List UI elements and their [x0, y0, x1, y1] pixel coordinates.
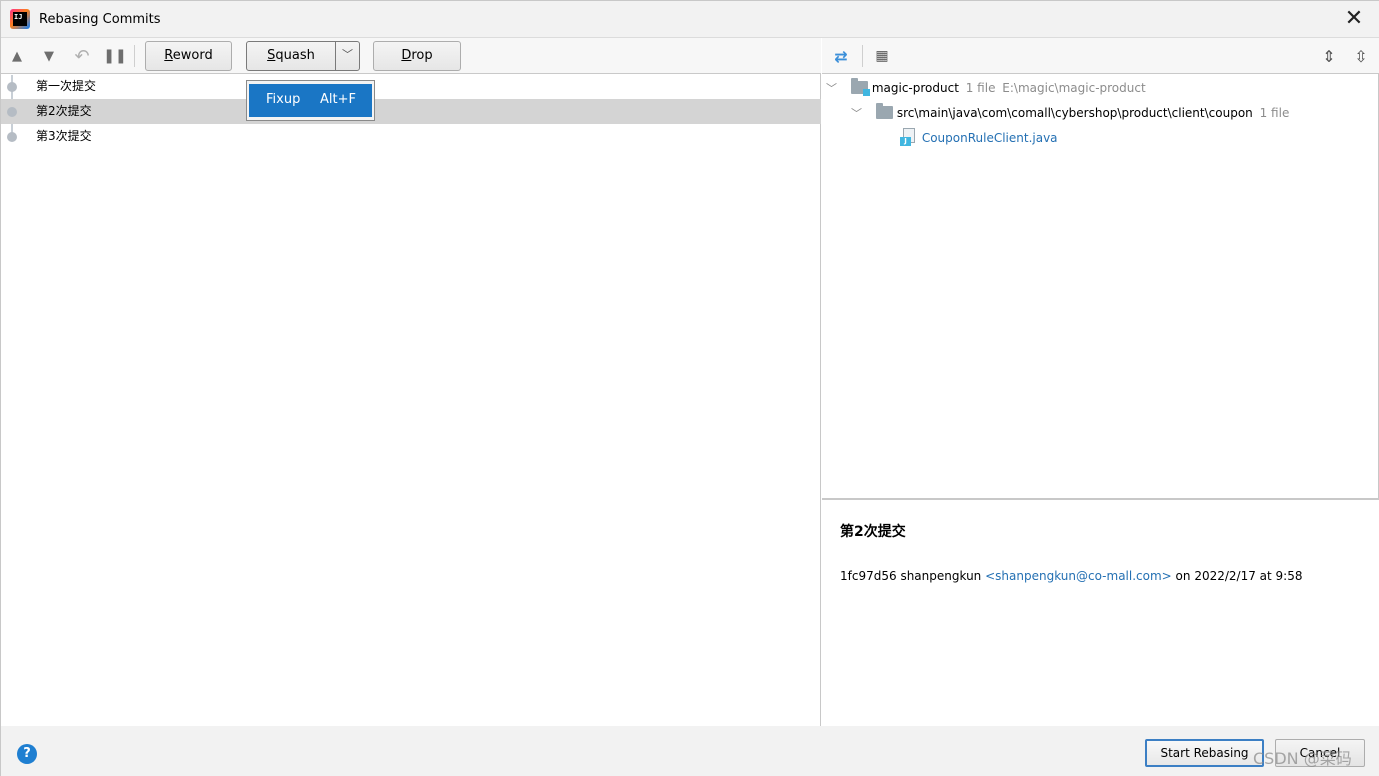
commit-hash: 1fc97d56	[840, 569, 897, 583]
package-path: src\main\java\com\comall\cybershop\produ…	[896, 106, 1253, 120]
commit-row-2[interactable]: 第2次提交	[1, 99, 821, 124]
move-up-icon[interactable]: ▲	[7, 46, 27, 66]
commit-list: 第一次提交 第2次提交 第3次提交	[1, 74, 821, 149]
start-rebasing-button[interactable]: Start Rebasing	[1145, 739, 1264, 767]
commits-panel: ▲ ▼ ↶ ❚❚ Reword Squash ﹀ Drop 第一次提交 第2次提…	[1, 38, 821, 726]
file-tree: ﹀ magic-product 1 file E:\magic\magic-pr…	[822, 74, 1379, 498]
chevron-down-icon[interactable]: ﹀	[826, 76, 840, 101]
move-down-icon[interactable]: ▼	[39, 46, 59, 66]
commit-row-1[interactable]: 第一次提交	[1, 74, 821, 99]
help-icon[interactable]: ?	[17, 744, 37, 764]
group-by-icon[interactable]: ▦	[872, 46, 892, 66]
module-folder-icon	[851, 78, 870, 96]
intellij-logo-icon: IJ	[10, 9, 30, 29]
file-name: CouponRuleClient.java	[921, 131, 1058, 145]
chevron-down-icon: ﹀	[342, 48, 353, 61]
title-bar: IJ Rebasing Commits ✕	[1, 1, 1379, 38]
changes-toolbar: ⇄ ▦ ⇕ ⇳	[822, 38, 1379, 74]
cancel-button[interactable]: Cancel	[1275, 739, 1365, 767]
toolbar-divider	[134, 45, 135, 67]
java-file-icon: J	[900, 128, 918, 146]
commit-author: shanpengkun	[900, 569, 982, 583]
commit-details-title: 第2次提交	[840, 524, 906, 540]
expand-all-icon[interactable]: ⇕	[1319, 46, 1339, 66]
folder-icon	[876, 103, 893, 119]
collapse-all-icon[interactable]: ⇳	[1351, 46, 1371, 66]
toolbar-divider	[862, 45, 863, 67]
commit-date: 2022/2/17 at 9:58	[1194, 569, 1303, 583]
commit-label: 第3次提交	[36, 129, 92, 143]
menu-item-label: Fixup	[266, 92, 301, 107]
squash-button[interactable]: Squash	[246, 41, 336, 71]
fixup-menu-item[interactable]: Fixup Alt+F	[249, 84, 372, 117]
squash-dropdown-button[interactable]: ﹀	[335, 41, 360, 71]
close-icon[interactable]: ✕	[1342, 7, 1366, 31]
commit-node-icon	[7, 107, 17, 117]
dialog-footer: ? Start Rebasing Cancel CSDN @菜码	[1, 726, 1379, 776]
drop-button[interactable]: Drop	[373, 41, 461, 71]
module-file-count: 1 file	[965, 81, 996, 95]
commit-details-meta: 1fc97d56 shanpengkun <shanpengkun@co-mal…	[840, 569, 1303, 583]
commit-label: 第一次提交	[36, 79, 97, 93]
reword-button[interactable]: Reword	[145, 41, 232, 71]
commit-author-email[interactable]: <shanpengkun@co-mall.com>	[985, 569, 1172, 583]
commit-node-icon	[7, 132, 17, 142]
window-title: Rebasing Commits	[39, 12, 161, 27]
commit-date-prefix: on	[1175, 569, 1191, 583]
squash-dropdown-menu: Fixup Alt+F	[246, 80, 375, 121]
undo-icon[interactable]: ↶	[72, 46, 92, 67]
tree-node-file[interactable]: J CouponRuleClient.java	[900, 126, 1058, 151]
commit-label: 第2次提交	[36, 104, 92, 118]
package-file-count: 1 file	[1259, 106, 1290, 120]
menu-item-shortcut: Alt+F	[320, 92, 356, 107]
commit-node-icon	[7, 82, 17, 92]
commit-row-3[interactable]: 第3次提交	[1, 124, 821, 149]
rebase-dialog: IJ Rebasing Commits ✕ ▲ ▼ ↶ ❚❚ Reword Sq…	[0, 0, 1379, 776]
chevron-down-icon[interactable]: ﹀	[851, 101, 865, 126]
pause-icon[interactable]: ❚❚	[103, 46, 126, 66]
compare-arrows-icon[interactable]: ⇄	[831, 46, 851, 66]
module-name: magic-product	[871, 81, 959, 95]
module-path: E:\magic\magic-product	[1002, 81, 1146, 95]
changes-panel: ⇄ ▦ ⇕ ⇳ ﹀ magic-product 1 file E:\magic\…	[822, 38, 1379, 726]
commits-toolbar: ▲ ▼ ↶ ❚❚ Reword Squash ﹀ Drop	[1, 38, 821, 74]
commit-details: 第2次提交 1fc97d56 shanpengkun <shanpengkun@…	[822, 498, 1379, 726]
